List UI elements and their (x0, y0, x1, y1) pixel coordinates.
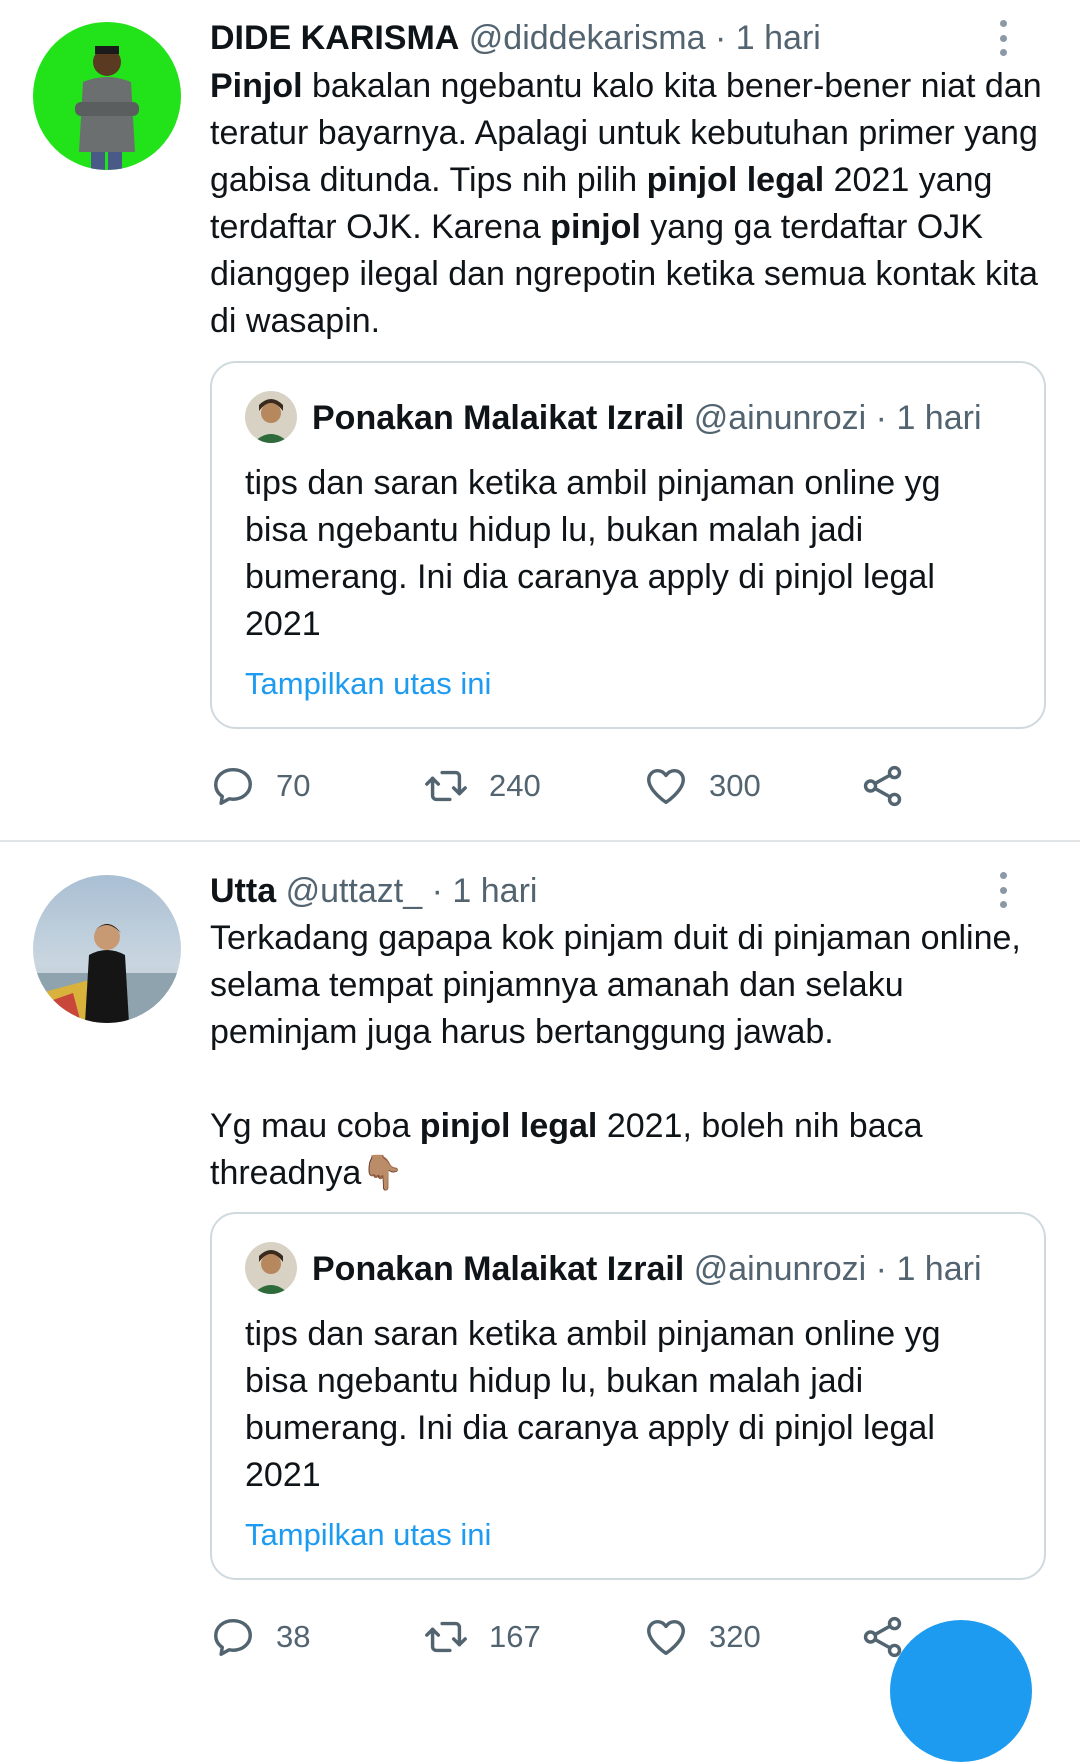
quote-text: tips dan saran ketika ambil pinjaman onl… (245, 464, 941, 643)
reply-icon (214, 1618, 252, 1656)
tweet-header: DIDE KARISMA @diddekarisma · 1 hari (210, 18, 821, 58)
quote-timestamp: 1 hari (896, 399, 982, 437)
like-count: 300 (709, 768, 761, 803)
author-name[interactable]: Utta (210, 872, 276, 910)
author-handle[interactable]: @diddekarisma (469, 19, 706, 57)
author-handle[interactable]: @uttazt_ (286, 872, 423, 910)
text-segment: Yg mau coba (210, 1107, 420, 1145)
share-button[interactable] (860, 758, 906, 814)
bold-keyword: pinjol legal (419, 1107, 598, 1145)
author-name[interactable]: DIDE KARISMA (210, 19, 459, 57)
tweet[interactable]: DIDE KARISMA @diddekarisma · 1 hari Pinj… (0, 0, 1080, 840)
show-thread-link[interactable]: Tampilkan utas ini (245, 1516, 491, 1554)
quote-text: tips dan saran ketika ambil pinjaman onl… (245, 1315, 941, 1494)
share-icon (863, 765, 902, 807)
quote-header: Ponakan Malaikat Izrail @ainunrozi · 1 h… (312, 398, 982, 438)
tweet-header: Utta @uttazt_ · 1 hari (210, 871, 537, 911)
like-button[interactable]: 320 (643, 1609, 761, 1665)
like-button[interactable]: 300 (643, 758, 761, 814)
quote-author-handle: @ainunrozi (693, 399, 867, 437)
show-thread-link[interactable]: Tampilkan utas ini (245, 665, 491, 703)
tweet[interactable]: Utta @uttazt_ · 1 hari Terkadang gapapa … (0, 842, 1080, 1665)
retweet-icon (425, 1621, 467, 1653)
timestamp[interactable]: 1 hari (452, 872, 537, 910)
action-bar: 70 240 300 (210, 758, 1050, 814)
timestamp[interactable]: 1 hari (736, 19, 821, 57)
quote-avatar (245, 391, 297, 443)
quoted-tweet[interactable]: Ponakan Malaikat Izrail @ainunrozi · 1 h… (210, 361, 1046, 729)
quoted-tweet[interactable]: Ponakan Malaikat Izrail @ainunrozi · 1 h… (210, 1212, 1046, 1580)
bold-keyword: pinjol legal (646, 161, 825, 199)
quote-avatar (245, 1242, 297, 1294)
tweet-text: Pinjol bakalan ngebantu kalo kita bener-… (210, 63, 1050, 345)
retweet-count: 240 (489, 768, 541, 803)
reply-button[interactable]: 38 (210, 1609, 310, 1665)
share-icon (863, 1616, 902, 1658)
retweet-icon (425, 770, 467, 802)
quote-author-handle: @ainunrozi (693, 1250, 867, 1288)
like-count: 320 (709, 1619, 761, 1654)
more-vertical-icon[interactable] (988, 14, 1018, 62)
quote-timestamp: 1 hari (896, 1250, 982, 1288)
separator-dot: · (875, 1250, 887, 1288)
tweet-text: Terkadang gapapa kok pinjam duit di pinj… (210, 915, 1050, 1197)
reply-button[interactable]: 70 (210, 758, 310, 814)
reply-icon (214, 767, 252, 805)
bold-keyword: Pinjol (210, 67, 303, 105)
tweet-paragraph: Terkadang gapapa kok pinjam duit di pinj… (210, 919, 1021, 1051)
avatar[interactable] (33, 22, 181, 170)
quote-header: Ponakan Malaikat Izrail @ainunrozi · 1 h… (312, 1249, 982, 1289)
quote-author-name: Ponakan Malaikat Izrail (312, 1250, 685, 1288)
separator-dot: · (714, 19, 727, 57)
tweet-paragraph: Yg mau coba pinjol legal 2021, boleh nih… (210, 1103, 1050, 1197)
retweet-count: 167 (489, 1619, 541, 1654)
reply-count: 38 (276, 1619, 311, 1654)
avatar[interactable] (33, 875, 181, 1023)
heart-icon (647, 768, 685, 805)
retweet-button[interactable]: 167 (423, 1609, 541, 1665)
reply-count: 70 (276, 768, 311, 803)
heart-icon (647, 1619, 685, 1656)
separator-dot: · (431, 872, 443, 910)
compose-fab-button[interactable] (890, 1620, 1032, 1762)
more-vertical-icon[interactable] (988, 866, 1018, 914)
quote-author-name: Ponakan Malaikat Izrail (312, 399, 685, 437)
separator-dot: · (875, 399, 887, 437)
bold-keyword: pinjol (550, 208, 641, 246)
pointing-down-emoji: 👇🏽 (361, 1154, 404, 1192)
retweet-button[interactable]: 240 (423, 758, 541, 814)
